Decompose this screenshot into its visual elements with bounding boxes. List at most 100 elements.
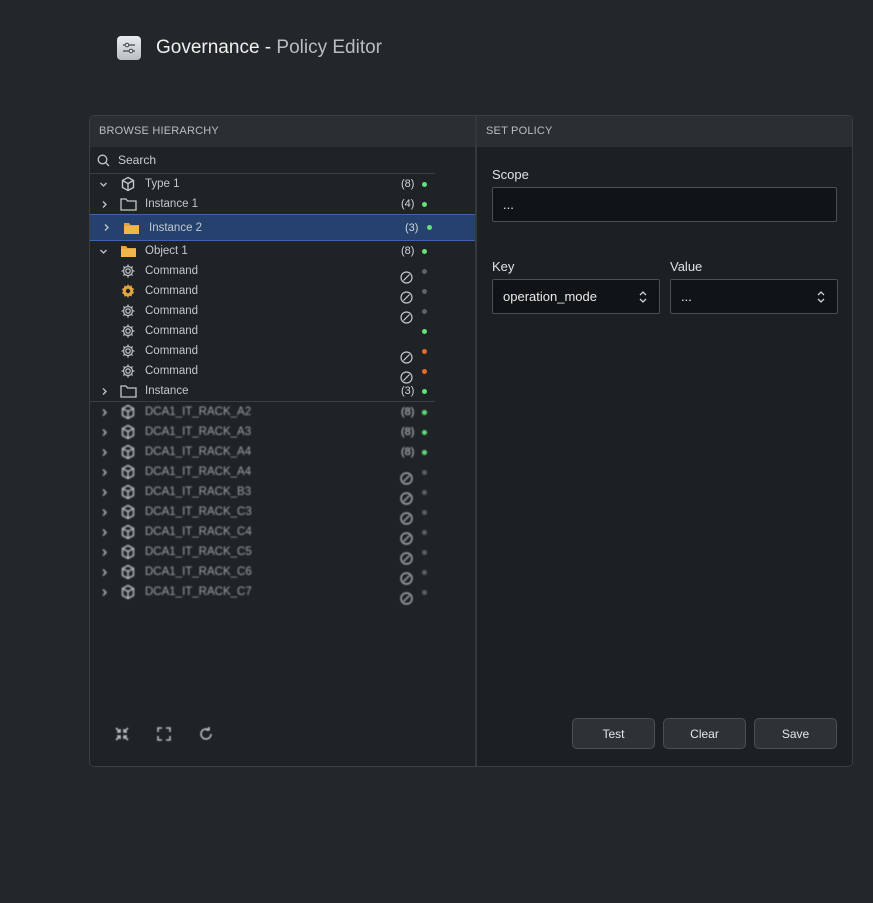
- row-label: Instance 2: [149, 221, 203, 234]
- row-label: DCA1_IT_RACK_C3: [145, 506, 252, 518]
- page-title-sub: Policy Editor: [276, 37, 383, 58]
- status-dot-gray: [422, 569, 427, 575]
- command-item[interactable]: Command: [90, 281, 475, 304]
- value-select[interactable]: ...: [670, 279, 838, 314]
- rack-item[interactable]: DCA1_IT_RACK_C4: [90, 522, 475, 545]
- folder-icon: [119, 196, 137, 212]
- row-label: Type 1: [145, 178, 180, 190]
- tree-item-instance[interactable]: Instance (3): [90, 381, 475, 401]
- cube-icon: [119, 544, 137, 560]
- chevron-right-icon[interactable]: [99, 447, 109, 457]
- test-button[interactable]: Test: [572, 718, 655, 749]
- rack-item[interactable]: DCA1_IT_RACK_C7: [90, 582, 475, 605]
- search-placeholder: Search: [118, 153, 157, 167]
- row-label: DCA1_IT_RACK_A4: [145, 446, 252, 458]
- status-dot-green: [427, 225, 432, 230]
- app-header: Governance - Policy Editor: [117, 36, 382, 60]
- search-input[interactable]: Search: [90, 147, 435, 174]
- chevron-right-icon[interactable]: [99, 507, 109, 517]
- row-label: Command: [145, 305, 199, 317]
- command-item[interactable]: Command: [90, 361, 475, 384]
- refresh-icon[interactable]: [196, 724, 216, 744]
- cube-icon: [119, 524, 137, 540]
- row-label: DCA1_IT_RACK_A3: [145, 426, 252, 438]
- rack-item[interactable]: DCA1_IT_RACK_C6: [90, 562, 475, 585]
- chevron-right-icon[interactable]: [99, 487, 109, 497]
- command-item[interactable]: Command: [90, 341, 475, 364]
- status-dot-green: [422, 409, 427, 415]
- row-label: Instance 1: [145, 198, 199, 210]
- cube-icon: [119, 404, 137, 420]
- expand-icon[interactable]: [154, 724, 174, 744]
- chevron-right-icon[interactable]: [99, 587, 109, 597]
- row-count: (8): [401, 446, 415, 458]
- rack-item[interactable]: DCA1_IT_RACK_C5: [90, 542, 475, 565]
- cube-icon: [119, 564, 137, 580]
- browse-hierarchy-heading: BROWSE HIERARCHY: [90, 116, 475, 147]
- status-dot-green: [422, 388, 427, 394]
- rack-item[interactable]: DCA1_IT_RACK_A2 (8): [90, 402, 475, 422]
- row-count: (3): [405, 221, 419, 234]
- chevron-down-icon[interactable]: [98, 179, 108, 189]
- scope-value: ...: [503, 197, 514, 212]
- row-label: DCA1_IT_RACK_A4: [145, 466, 252, 478]
- cube-icon: [119, 504, 137, 520]
- command-item[interactable]: Command: [90, 321, 475, 341]
- chevron-right-icon[interactable]: [99, 527, 109, 537]
- collapse-icon[interactable]: [112, 724, 132, 744]
- tree-item-instance-1[interactable]: Instance 1 (4): [90, 194, 475, 214]
- status-dot-gray: [422, 489, 427, 495]
- chevron-right-icon[interactable]: [99, 467, 109, 477]
- chevron-down-icon[interactable]: [98, 246, 108, 256]
- status-dot-gray: [422, 268, 427, 274]
- set-policy-heading: SET POLICY: [477, 116, 852, 147]
- tree-item-type-1[interactable]: Type 1 (8): [90, 174, 475, 194]
- chevron-updown-icon: [817, 291, 825, 303]
- chevron-right-icon[interactable]: [99, 199, 109, 209]
- command-item[interactable]: Command: [90, 301, 475, 324]
- row-count: (8): [401, 426, 415, 438]
- gear-icon: [119, 303, 137, 319]
- rack-item[interactable]: DCA1_IT_RACK_C3: [90, 502, 475, 525]
- status-dot-orange: [422, 368, 427, 374]
- row-label: Command: [145, 325, 199, 337]
- row-count: (4): [401, 198, 415, 210]
- status-dot-gray: [422, 288, 427, 294]
- clear-button[interactable]: Clear: [663, 718, 746, 749]
- row-count: (8): [401, 178, 415, 190]
- chevron-right-icon[interactable]: [99, 427, 109, 437]
- key-select[interactable]: operation_mode: [492, 279, 660, 314]
- gear-filled-icon: [119, 283, 137, 299]
- status-dot-gray: [422, 469, 427, 475]
- page-title: Governance - Policy Editor: [156, 37, 382, 59]
- status-dot-green: [422, 328, 427, 334]
- save-button[interactable]: Save: [754, 718, 837, 749]
- status-dot-gray: [422, 529, 427, 535]
- command-item[interactable]: Command: [90, 261, 475, 284]
- rack-item[interactable]: DCA1_IT_RACK_B3: [90, 482, 475, 505]
- rack-item[interactable]: DCA1_IT_RACK_A4 (8): [90, 442, 475, 462]
- cube-icon: [119, 424, 137, 440]
- row-label: Command: [145, 365, 199, 377]
- cube-icon: [119, 584, 137, 600]
- rack-item[interactable]: DCA1_IT_RACK_A4: [90, 462, 475, 485]
- row-label: DCA1_IT_RACK_C4: [145, 526, 252, 538]
- chevron-right-icon[interactable]: [101, 223, 111, 233]
- status-dot-gray: [422, 589, 427, 595]
- tree-item-instance-2[interactable]: Instance 2 (3): [90, 214, 475, 241]
- search-icon: [97, 154, 110, 166]
- hierarchy-tree: Type 1 (8) Instance 1 (4) Instance 2 (3) Objec…: [90, 174, 475, 605]
- rack-item[interactable]: DCA1_IT_RACK_A3 (8): [90, 422, 475, 442]
- status-dot-green: [422, 449, 427, 455]
- chevron-right-icon[interactable]: [99, 547, 109, 557]
- scope-input[interactable]: ...: [492, 187, 837, 222]
- value-label: Value: [670, 259, 703, 274]
- tree-item-object-1[interactable]: Object 1 (8): [90, 241, 475, 261]
- chevron-right-icon[interactable]: [99, 567, 109, 577]
- folder-filled-icon: [122, 220, 140, 236]
- chevron-right-icon[interactable]: [99, 407, 109, 417]
- row-count: (3): [401, 385, 415, 397]
- chevron-updown-icon: [639, 291, 647, 303]
- folder-icon: [119, 383, 137, 399]
- chevron-right-icon[interactable]: [99, 386, 109, 396]
